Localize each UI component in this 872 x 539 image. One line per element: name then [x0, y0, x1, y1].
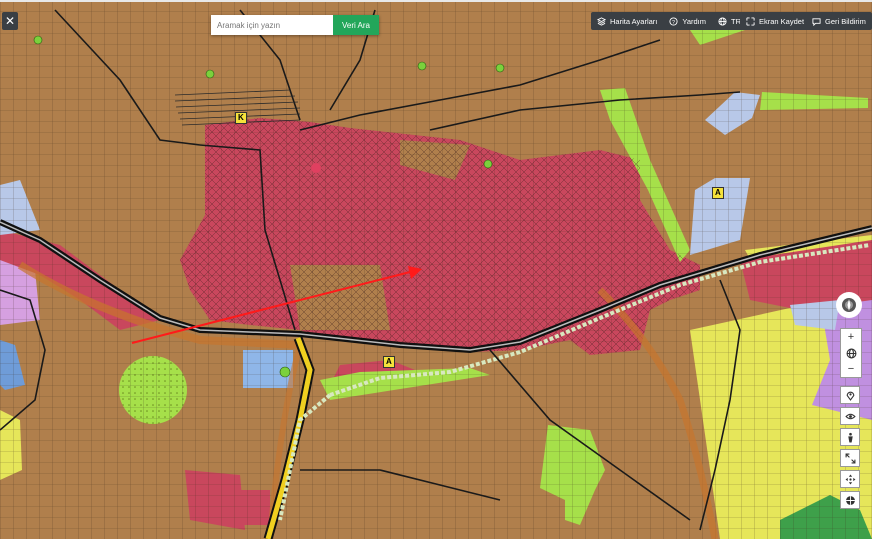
- plus-icon: +: [847, 331, 855, 343]
- pan-button[interactable]: [840, 470, 860, 488]
- expand-icon: [845, 453, 855, 463]
- visibility-button[interactable]: [840, 407, 860, 425]
- search-button[interactable]: Veri Ara: [333, 15, 379, 35]
- feedback-label: Geri Bildirim: [825, 16, 866, 26]
- feedback-button[interactable]: Geri Bildirim: [806, 12, 872, 30]
- zoom-in-button[interactable]: +: [841, 329, 861, 345]
- map-label-k: K: [235, 112, 247, 124]
- map-label-a-north: A: [712, 187, 724, 199]
- feedback-icon: [812, 17, 821, 26]
- eye-icon: [844, 413, 856, 419]
- search-input[interactable]: [211, 15, 333, 35]
- move-arrows-icon: [845, 474, 855, 484]
- person-icon: [847, 432, 853, 442]
- location-pin-icon: [846, 391, 854, 401]
- close-icon: ✕: [4, 14, 16, 28]
- fullscreen-button[interactable]: [840, 449, 860, 467]
- layers-icon: [597, 16, 606, 26]
- help-button[interactable]: ? Yardım: [663, 12, 712, 30]
- screen-capture-icon: [746, 16, 755, 26]
- map-label-a-south: A: [383, 356, 395, 368]
- map-canvas[interactable]: [0, 0, 872, 539]
- compass-button[interactable]: [836, 292, 862, 318]
- question-icon: ?: [669, 16, 678, 25]
- svg-text:?: ?: [672, 19, 675, 25]
- globe-icon: [846, 348, 856, 358]
- toolbar-right-2: Geri Bildirim: [806, 12, 872, 30]
- globe-layer-button[interactable]: [840, 491, 860, 509]
- zoom-out-button[interactable]: −: [841, 361, 861, 377]
- screen-record-label: Ekran Kaydet: [759, 16, 805, 26]
- street-view-button[interactable]: [840, 428, 860, 446]
- hospital-marker: [311, 163, 321, 173]
- toolbar-left: Harita Ayarları ? Yardım TR: [591, 12, 748, 30]
- search-bar: Veri Ara: [211, 15, 379, 35]
- toolbar-right-1: Ekran Kaydet: [740, 12, 811, 30]
- map-settings-label: Harita Ayarları: [610, 16, 658, 26]
- close-button[interactable]: ✕: [2, 12, 18, 30]
- minus-icon: −: [847, 363, 855, 375]
- globe-view-button[interactable]: [841, 345, 861, 361]
- globe-icon: [718, 16, 727, 26]
- zoom-control: + −: [840, 328, 862, 378]
- top-edge: [0, 0, 872, 2]
- map-tool-column: [840, 386, 860, 512]
- location-button[interactable]: [840, 386, 860, 404]
- screen-record-button[interactable]: Ekran Kaydet: [740, 12, 810, 30]
- map-settings-button[interactable]: Harita Ayarları: [591, 12, 663, 30]
- help-label: Yardım: [682, 16, 707, 26]
- world-icon: [845, 495, 855, 505]
- compass-icon: [842, 298, 856, 312]
